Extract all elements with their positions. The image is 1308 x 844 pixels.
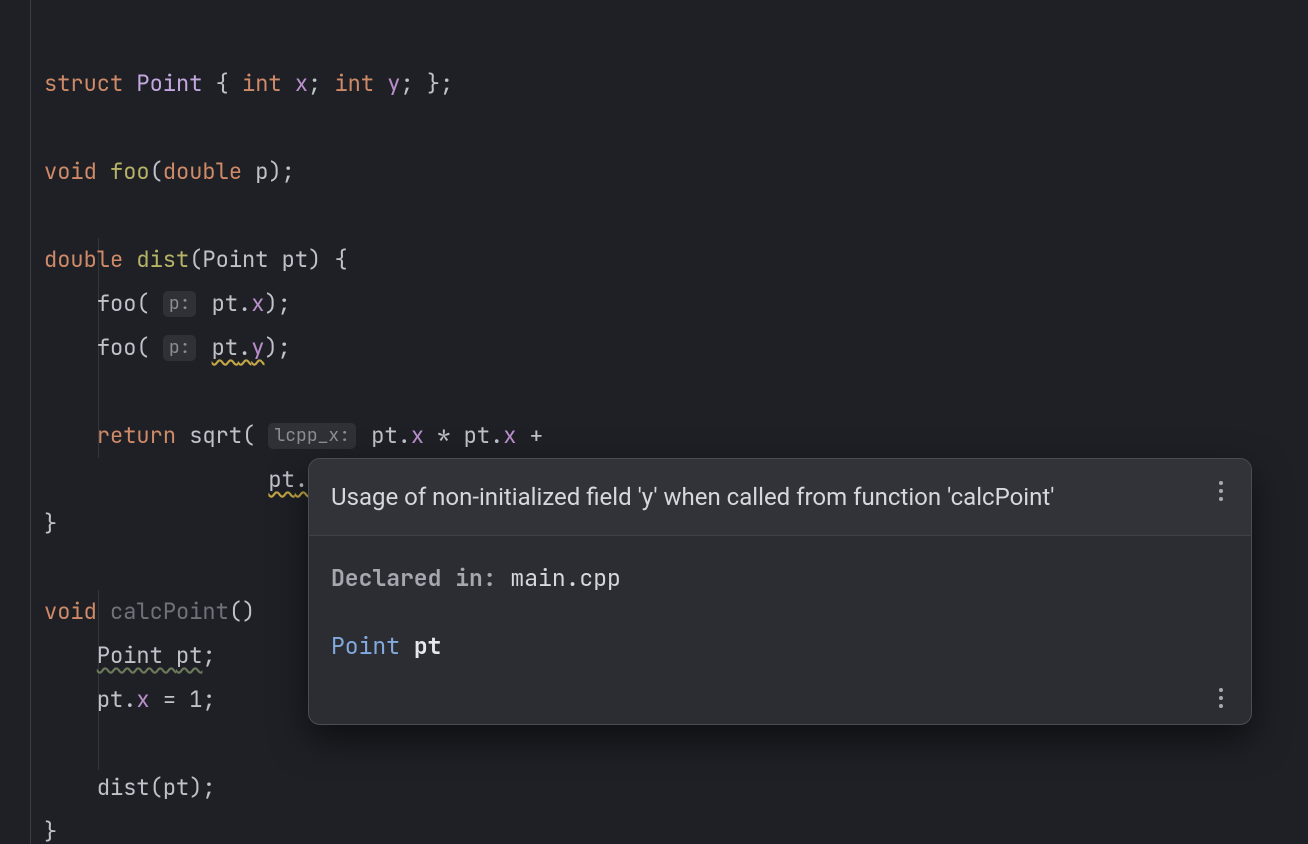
field-y: y <box>387 69 400 98</box>
expr-pt: pt <box>212 289 238 318</box>
inlay-hint-p: p: <box>163 335 197 361</box>
keyword-double: double <box>44 245 123 274</box>
param-p: p <box>255 157 268 186</box>
call-foo: foo <box>97 333 137 362</box>
tooltip-var: pt <box>414 631 442 661</box>
fn-calcpoint: calcPoint <box>110 597 229 626</box>
fn-foo: foo <box>110 157 150 186</box>
call-dist: dist <box>97 773 150 802</box>
inspection-tooltip[interactable]: Usage of non-initialized field 'y' when … <box>308 458 1252 725</box>
gutter-line <box>30 0 31 844</box>
keyword-int: int <box>334 69 374 98</box>
keyword-double: double <box>163 157 242 186</box>
field-x: x <box>295 69 308 98</box>
keyword-void: void <box>44 597 97 626</box>
member-x: x <box>251 289 264 318</box>
call-foo: foo <box>97 289 137 318</box>
tooltip-warning-text: Usage of non-initialized field 'y' when … <box>331 483 1054 511</box>
inlay-hint-p: p: <box>163 291 197 317</box>
param-type: Point <box>202 245 268 274</box>
code-editor[interactable]: struct Point { int x; int y; }; void foo… <box>0 0 1308 844</box>
decl-point-warn[interactable]: Point pt <box>97 641 203 670</box>
more-actions-icon[interactable] <box>1209 479 1233 503</box>
param-name: pt <box>282 245 308 274</box>
declaration-row: Point pt <box>331 626 1229 666</box>
expr-pty-warn[interactable]: pt.y <box>212 333 265 362</box>
keyword-void: void <box>44 157 97 186</box>
keyword-int: int <box>242 69 282 98</box>
tooltip-body: Declared in: main.cpp Point pt <box>309 536 1251 724</box>
call-sqrt: sqrt <box>189 421 242 450</box>
type-point: Point <box>136 69 202 98</box>
more-actions-icon[interactable] <box>1209 686 1233 710</box>
inlay-hint-lcppx: lcpp_x: <box>268 423 356 449</box>
declared-in-file: main.cpp <box>510 563 620 593</box>
keyword-return: return <box>97 421 176 450</box>
tooltip-header: Usage of non-initialized field 'y' when … <box>309 459 1251 536</box>
declared-in-row: Declared in: main.cpp <box>331 558 1229 598</box>
tooltip-type: Point <box>331 631 400 661</box>
keyword-struct: struct <box>44 69 123 98</box>
declared-in-label: Declared in: <box>331 563 497 593</box>
fn-dist: dist <box>136 245 189 274</box>
